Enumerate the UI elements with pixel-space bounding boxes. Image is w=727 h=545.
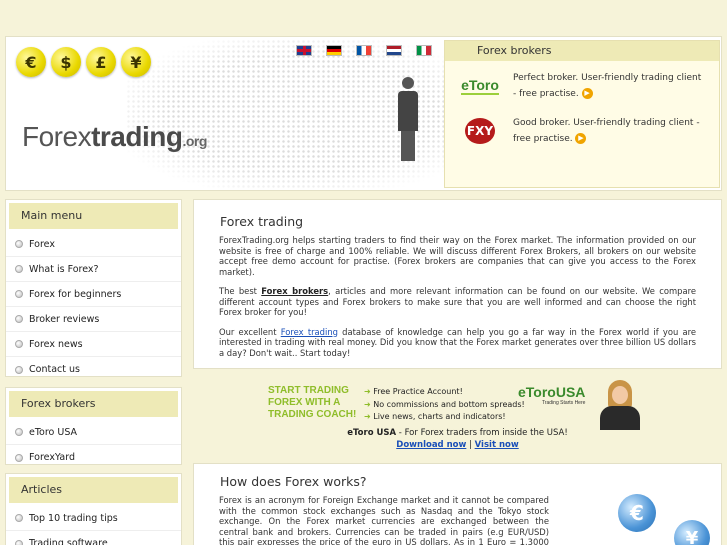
knowledge-paragraph: Our excellent Forex trading database of … bbox=[219, 326, 697, 358]
sidebar-item-trading-software[interactable]: Trading software bbox=[6, 531, 181, 545]
main-content-panel: Forex trading ForexTrading.org helps sta… bbox=[193, 199, 722, 369]
sidebar-item-forex-news[interactable]: Forex news bbox=[6, 332, 181, 357]
sidebar-item-what-is-forex[interactable]: What is Forex? bbox=[6, 257, 181, 282]
sidebar-title: Forex brokers bbox=[9, 391, 178, 417]
currency-bubbles-graphic: € ¥ bbox=[606, 490, 722, 545]
header-broker-forexyard[interactable]: FXY Good broker. User-friendly trading c… bbox=[445, 111, 719, 151]
bullet-icon bbox=[15, 290, 23, 298]
header-broker-etoro[interactable]: eToro Perfect broker. User-friendly trad… bbox=[445, 66, 719, 106]
ad-bullets: ➜ Free Practice Account! ➜ No commission… bbox=[364, 387, 525, 421]
sidebar-item-top-10-trading-tips[interactable]: Top 10 trading tips bbox=[6, 506, 181, 531]
arrow-go-icon[interactable]: ▶ bbox=[575, 133, 587, 144]
sidebar-articles: Articles Top 10 trading tips Trading sof… bbox=[5, 473, 182, 545]
flag-fr-icon[interactable] bbox=[356, 45, 372, 56]
flag-uk-icon[interactable] bbox=[296, 45, 312, 56]
ad-headline: START TRADING FOREX WITH A TRADING COACH… bbox=[268, 385, 357, 420]
pound-coin-icon: £ bbox=[86, 47, 116, 77]
how-paragraph: Forex is an acronym for Foreign Exchange… bbox=[219, 495, 549, 545]
sidebar-item-forex-for-beginners[interactable]: Forex for beginners bbox=[6, 282, 181, 307]
section-title: How does Forex works? bbox=[220, 474, 367, 489]
language-flags bbox=[296, 45, 432, 56]
bullet-icon bbox=[15, 539, 23, 545]
header-brokers-box: Forex brokers eToro Perfect broker. User… bbox=[444, 40, 720, 188]
ad-links: Download now | Visit now bbox=[396, 440, 519, 450]
businessman-illustration bbox=[394, 77, 418, 167]
top-band bbox=[0, 0, 727, 36]
flag-de-icon[interactable] bbox=[326, 45, 342, 56]
brokers-paragraph: The best Forex brokers, articles and mor… bbox=[219, 286, 696, 317]
euro-coin-icon: € bbox=[16, 47, 46, 77]
ad-brand-logo: eToroUSA Trading Starts Here bbox=[518, 384, 586, 406]
forex-brokers-link[interactable]: Forex brokers bbox=[261, 286, 328, 296]
dollar-coin-icon: $ bbox=[51, 47, 81, 77]
forexyard-logo[interactable]: FXY bbox=[449, 116, 511, 146]
download-now-link[interactable]: Download now bbox=[396, 440, 466, 450]
page-title: Forex trading bbox=[220, 214, 304, 229]
yen-coin-icon: ¥ bbox=[121, 47, 151, 77]
etoro-logo[interactable]: eToro bbox=[449, 71, 511, 101]
bullet-icon bbox=[15, 315, 23, 323]
banner-ad-image[interactable]: START TRADING FOREX WITH A TRADING COACH… bbox=[268, 380, 648, 430]
bullet-icon bbox=[15, 265, 23, 273]
site-header: € $ £ ¥ Forextrading.org Forex brokers e… bbox=[5, 36, 722, 191]
sidebar-title: Main menu bbox=[9, 203, 178, 229]
header-brokers-title: Forex brokers bbox=[445, 41, 719, 61]
forex-trading-link[interactable]: Forex trading bbox=[281, 327, 338, 337]
etoro-usa-banner: START TRADING FOREX WITH A TRADING COACH… bbox=[193, 377, 722, 455]
flag-nl-icon[interactable] bbox=[386, 45, 402, 56]
bullet-icon bbox=[15, 365, 23, 374]
sidebar-item-contact-us[interactable]: Contact us bbox=[6, 357, 181, 382]
site-logo[interactable]: Forextrading.org bbox=[22, 121, 207, 153]
logo-text-bold: trading bbox=[91, 121, 183, 152]
currency-coins: € $ £ ¥ bbox=[16, 47, 151, 77]
intro-paragraph: ForexTrading.org helps starting traders … bbox=[219, 235, 696, 277]
bullet-icon bbox=[15, 340, 23, 348]
logo-text-main: Forex bbox=[22, 121, 92, 152]
flag-it-icon[interactable] bbox=[416, 45, 432, 56]
sidebar-item-etoro-usa[interactable]: eToro USA bbox=[6, 420, 181, 445]
sidebar-item-broker-reviews[interactable]: Broker reviews bbox=[6, 307, 181, 332]
ad-coach-photo bbox=[594, 380, 646, 430]
sidebar-item-forex[interactable]: Forex bbox=[6, 232, 181, 257]
broker-description: Good broker. User-friendly trading clien… bbox=[513, 118, 700, 144]
bullet-icon bbox=[15, 514, 23, 522]
sidebar-item-forexyard[interactable]: ForexYard bbox=[6, 445, 181, 470]
bullet-icon bbox=[15, 428, 23, 436]
logo-text-suffix: .org bbox=[182, 133, 207, 149]
euro-bubble-icon: € bbox=[618, 494, 656, 532]
sidebar-title: Articles bbox=[9, 477, 178, 503]
ad-caption: eToro USA - For Forex traders from insid… bbox=[347, 428, 568, 438]
broker-description: Perfect broker. User-friendly trading cl… bbox=[513, 73, 702, 99]
visit-now-link[interactable]: Visit now bbox=[475, 440, 519, 450]
yen-bubble-icon: ¥ bbox=[674, 520, 710, 545]
bullet-icon bbox=[15, 453, 23, 462]
sidebar-main-menu: Main menu Forex What is Forex? Forex for… bbox=[5, 199, 182, 377]
sidebar-forex-brokers: Forex brokers eToro USA ForexYard bbox=[5, 387, 182, 465]
bullet-icon bbox=[15, 240, 23, 248]
arrow-go-icon[interactable]: ▶ bbox=[581, 88, 593, 99]
